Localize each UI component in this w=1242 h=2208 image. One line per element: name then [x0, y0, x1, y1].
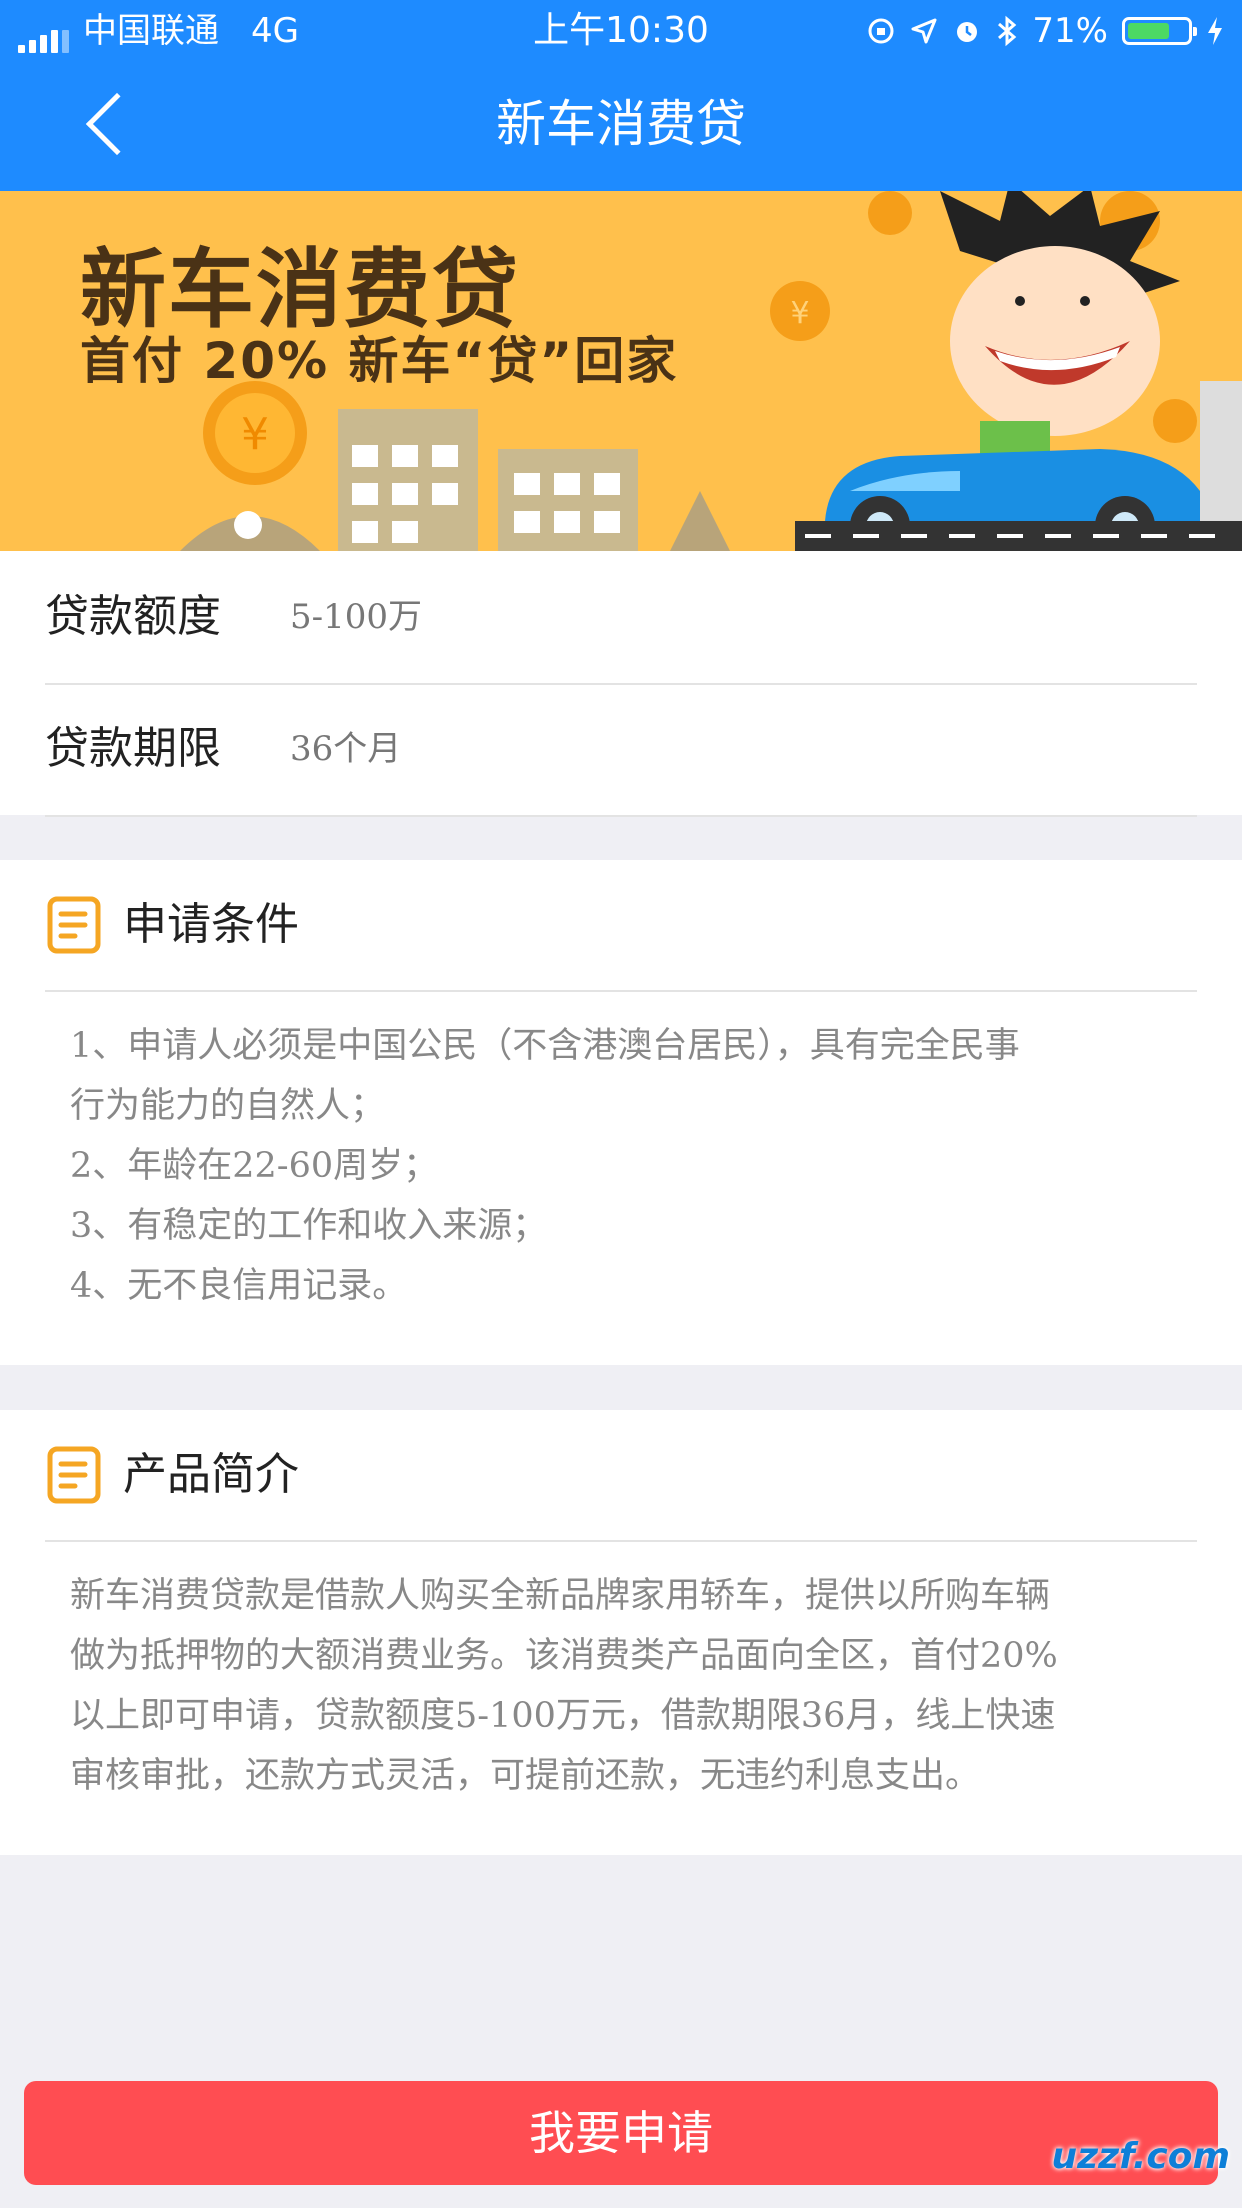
- condition-line: 3、有稳定的工作和收入来源；: [70, 1206, 548, 1246]
- condition-line: 1、申请人必须是中国公民（不含港澳台居民），具有完全民事: [70, 1026, 1020, 1066]
- loan-amount-row: 贷款额度 5-100万: [45, 551, 1197, 685]
- orientation-lock-icon: [868, 18, 894, 44]
- banner-road: [795, 521, 1242, 551]
- loan-info-card: 贷款额度 5-100万 贷款期限 36个月: [0, 551, 1242, 817]
- condition-line: 4、无不良信用记录。: [70, 1266, 408, 1306]
- condition-line: 行为能力的自然人；: [70, 1086, 386, 1126]
- document-icon: [47, 1446, 101, 1504]
- intro-line: 以上即可申请，贷款额度5-100万元，借款期限36月，线上快速: [70, 1696, 1056, 1736]
- loan-term-row: 贷款期限 36个月: [45, 683, 1197, 817]
- condition-line: 2、年龄在22-60周岁；: [70, 1146, 439, 1186]
- banner-subtitle: 首付 20% 新车“贷”回家: [80, 332, 679, 390]
- conditions-text: 1、申请人必须是中国公民（不含港澳台居民），具有完全民事 行为能力的自然人； 2…: [70, 1016, 1180, 1316]
- status-bar: 中国联通 4G 上午10:30 71%: [0, 0, 1242, 62]
- conditions-header: 申请条件: [45, 860, 1197, 992]
- intro-title: 产品简介: [123, 1449, 299, 1500]
- battery-icon: [1122, 17, 1197, 45]
- battery-percent: 71%: [1032, 11, 1108, 51]
- svg-text:¥: ¥: [790, 296, 809, 331]
- location-icon: [911, 18, 937, 44]
- nav-bar: 新车消费贷: [0, 62, 1242, 191]
- intro-line: 审核审批，还款方式灵活，可提前还款，无违约利息支出。: [70, 1756, 981, 1796]
- intro-text: 新车消费贷款是借款人购买全新品牌家用轿车，提供以所购车辆 做为抵押物的大额消费业…: [70, 1566, 1180, 1806]
- loan-amount-value: 5-100万: [290, 597, 423, 637]
- loan-term-value: 36个月: [290, 729, 402, 769]
- bluetooth-icon: [998, 15, 1017, 47]
- alarm-icon: [957, 22, 978, 42]
- promo-banner: ¥ ¥ 新车消费贷 首付 20% 新车“贷”回家: [0, 191, 1242, 551]
- watermark-logo: uzzf.com: [1051, 2136, 1231, 2177]
- loan-amount-label: 贷款额度: [45, 591, 221, 642]
- conditions-section: 申请条件 1、申请人必须是中国公民（不含港澳台居民），具有完全民事 行为能力的自…: [0, 860, 1242, 1365]
- page-title: 新车消费贷: [496, 95, 746, 153]
- conditions-title: 申请条件: [123, 899, 299, 950]
- intro-header: 产品简介: [45, 1410, 1197, 1542]
- intro-section: 产品简介 新车消费贷款是借款人购买全新品牌家用轿车，提供以所购车辆 做为抵押物的…: [0, 1410, 1242, 1855]
- apply-button[interactable]: 我要申请: [24, 2081, 1218, 2185]
- intro-line: 新车消费贷款是借款人购买全新品牌家用轿车，提供以所购车辆: [70, 1576, 1051, 1616]
- loan-term-label: 贷款期限: [45, 723, 221, 774]
- top-bar: 中国联通 4G 上午10:30 71% 新车消费贷: [0, 0, 1242, 191]
- svg-text:¥: ¥: [241, 409, 269, 460]
- document-icon: [47, 896, 101, 954]
- charging-icon: [1208, 17, 1222, 45]
- intro-line: 做为抵押物的大额消费业务。该消费类产品面向全区，首付20%: [70, 1636, 1058, 1676]
